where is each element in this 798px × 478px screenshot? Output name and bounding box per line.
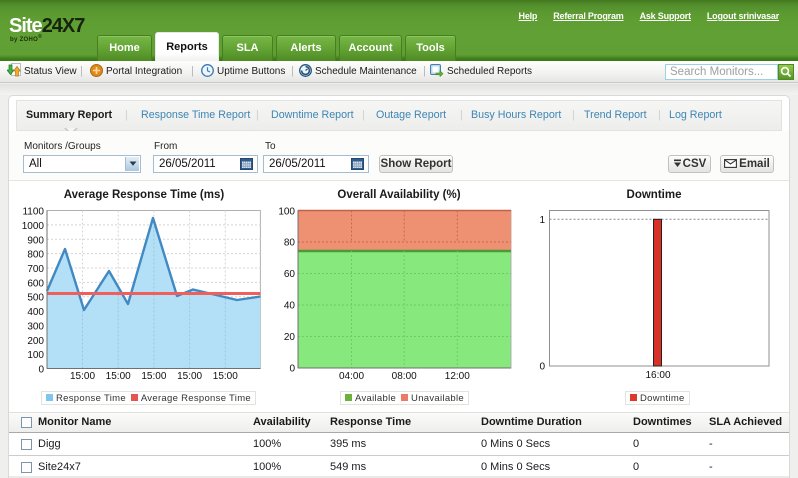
svg-text:1000: 1000: [22, 221, 45, 232]
svg-text:300: 300: [27, 322, 44, 333]
svg-text:100: 100: [27, 350, 44, 361]
svg-text:600: 600: [27, 278, 44, 289]
svg-text:60: 60: [284, 269, 296, 280]
svg-text:500: 500: [27, 293, 44, 304]
svg-text:16:00: 16:00: [645, 370, 670, 381]
svg-text:15:00: 15:00: [106, 371, 131, 382]
svg-text:1: 1: [539, 215, 545, 226]
svg-text:800: 800: [27, 250, 44, 261]
svg-text:700: 700: [27, 264, 44, 275]
svg-text:0: 0: [289, 364, 295, 375]
svg-text:0: 0: [539, 362, 545, 373]
svg-text:40: 40: [284, 301, 296, 312]
svg-text:100: 100: [278, 207, 295, 218]
svg-text:08:00: 08:00: [392, 371, 417, 382]
svg-text:04:00: 04:00: [339, 371, 364, 382]
svg-text:900: 900: [27, 235, 44, 246]
svg-text:15:00: 15:00: [177, 371, 202, 382]
svg-text:80: 80: [284, 238, 296, 249]
svg-text:0: 0: [38, 365, 44, 376]
svg-text:12:00: 12:00: [445, 371, 470, 382]
svg-text:1100: 1100: [22, 207, 44, 218]
svg-text:200: 200: [27, 336, 44, 347]
svg-text:15:00: 15:00: [213, 371, 238, 382]
svg-text:20: 20: [284, 332, 296, 343]
svg-text:400: 400: [27, 307, 44, 318]
svg-text:15:00: 15:00: [141, 371, 166, 382]
svg-text:15:00: 15:00: [70, 371, 95, 382]
